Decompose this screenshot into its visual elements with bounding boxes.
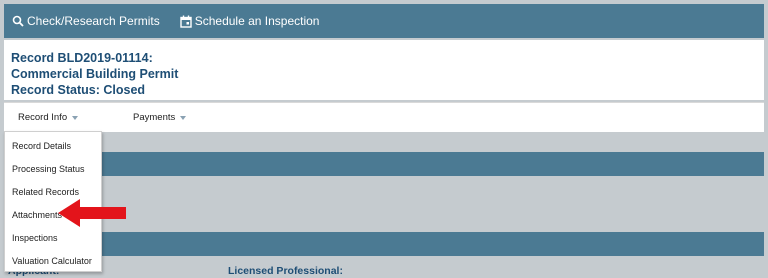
- chevron-down-icon: [180, 115, 187, 120]
- tab-record-info-label: Record Info: [18, 112, 68, 123]
- check-research-permits-link[interactable]: Check/Research Permits: [12, 14, 160, 28]
- menu-item-record-details[interactable]: Record Details: [12, 141, 71, 151]
- schedule-inspection-link[interactable]: Schedule an Inspection: [180, 14, 320, 28]
- menu-item-attachments[interactable]: Attachments: [12, 210, 62, 220]
- schedule-inspection-label: Schedule an Inspection: [194, 14, 320, 28]
- page: Check/Research Permits Schedule an Inspe…: [0, 0, 768, 278]
- menu-item-related-records[interactable]: Related Records: [12, 187, 79, 197]
- chevron-down-icon: [72, 115, 79, 120]
- tab-payments[interactable]: Payments: [133, 112, 187, 123]
- record-status: Record Status: Closed: [11, 83, 146, 97]
- top-nav-bar: Check/Research Permits Schedule an Inspe…: [4, 4, 764, 38]
- record-tab-bar: Record Info Payments: [4, 102, 764, 132]
- search-icon: [12, 15, 24, 27]
- record-type: Commercial Building Permit: [11, 67, 179, 81]
- section-header-bar: [4, 152, 764, 176]
- tab-record-info[interactable]: Record Info: [18, 112, 79, 123]
- section-header-bar: [4, 232, 764, 256]
- section-body: [4, 256, 764, 278]
- licensed-professional-label: Licensed Professional:: [228, 265, 343, 277]
- check-research-permits-label: Check/Research Permits: [27, 14, 160, 28]
- menu-item-processing-status[interactable]: Processing Status: [12, 164, 85, 174]
- menu-item-valuation-calculator[interactable]: Valuation Calculator: [12, 256, 92, 266]
- record-number: Record BLD2019-01114:: [11, 51, 153, 65]
- tab-payments-label: Payments: [133, 112, 176, 123]
- calendar-icon: [180, 15, 192, 28]
- red-arrow-annotation: [58, 199, 126, 227]
- record-header: Record BLD2019-01114: Commercial Buildin…: [4, 40, 764, 100]
- menu-item-inspections[interactable]: Inspections: [12, 233, 58, 243]
